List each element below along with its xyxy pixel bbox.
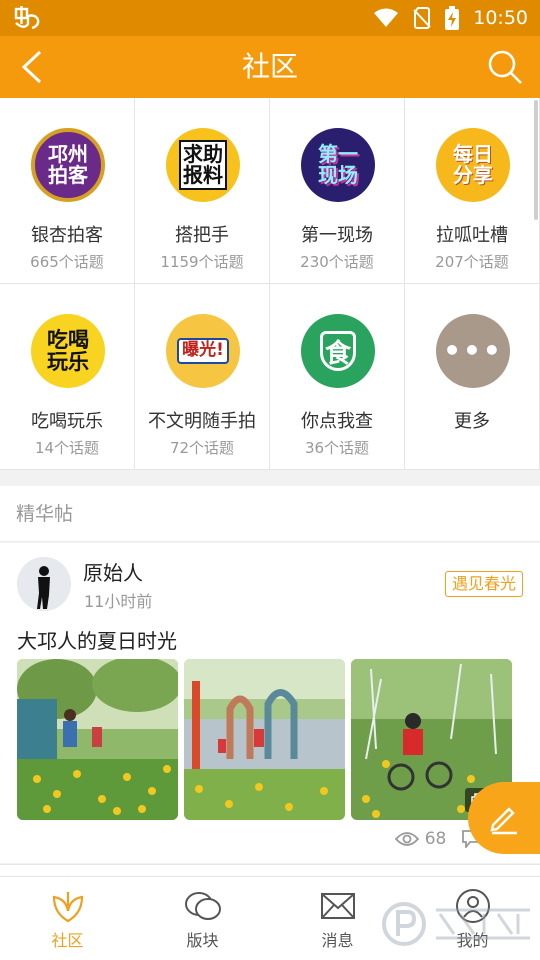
category-icon: 吃喝玩乐 [31, 314, 105, 388]
eye-icon [394, 832, 419, 846]
more-icon: ••• [436, 314, 510, 388]
tab-sections[interactable]: 版块 [135, 877, 270, 960]
category-count: 1159个话题 [160, 253, 244, 271]
wifi-icon [374, 8, 399, 27]
section-title: 精华帖 [16, 503, 74, 525]
tab-community[interactable]: 社区 [0, 877, 135, 960]
bubbles-icon [184, 892, 221, 920]
watermark-logo-icon [382, 902, 530, 946]
category-count: 72个话题 [169, 439, 235, 457]
post-photo[interactable] [17, 659, 178, 820]
section-header: 精华帖 [0, 486, 540, 542]
tab-label: 社区 [51, 931, 84, 950]
views-count: 68 [424, 829, 447, 849]
category-item[interactable]: 邛州拍客 银杏拍客 665个话题 [0, 98, 135, 284]
post-time: 11小时前 [84, 592, 153, 611]
category-icon: 曝光! [166, 314, 240, 388]
category-name: 不文明随手拍 [148, 411, 256, 432]
category-name: 吃喝玩乐 [31, 411, 103, 432]
category-item[interactable]: 第一现场 第一现场 230个话题 [270, 98, 405, 284]
category-item[interactable]: 曝光! 不文明随手拍 72个话题 [135, 284, 270, 470]
leaf-icon [52, 892, 83, 923]
compose-button[interactable] [468, 782, 540, 854]
app-logo-icon [14, 6, 40, 30]
category-count: 230个话题 [300, 253, 374, 271]
category-icon: 求助报料 [166, 128, 240, 202]
category-name: 银杏拍客 [31, 225, 103, 246]
status-bar: 10:50 [0, 0, 540, 36]
category-icon: 每日分享 [436, 128, 510, 202]
category-item[interactable]: 吃喝玩乐 吃喝玩乐 14个话题 [0, 284, 135, 470]
avatar[interactable] [17, 557, 71, 611]
post-card[interactable]: 原始人 11小时前 遇见春光 大邛人的夏日时光 68 [0, 543, 540, 863]
status-time: 10:50 [473, 7, 528, 29]
category-count: 665个话题 [30, 253, 104, 271]
no-sim-icon [413, 7, 431, 29]
category-name: 第一现场 [301, 225, 373, 246]
category-name: 更多 [454, 411, 490, 432]
category-grid: 邛州拍客 银杏拍客 665个话题 求助报料 搭把手 1159个话题 第一现场 第… [0, 98, 540, 470]
playground-photo-image [184, 659, 345, 820]
tab-label: 版块 [186, 931, 219, 950]
scrollbar[interactable] [534, 100, 538, 220]
category-count: 207个话题 [435, 253, 509, 271]
page-title: 社区 [241, 50, 298, 83]
category-name: 搭把手 [175, 225, 229, 246]
envelope-icon [320, 893, 355, 919]
search-icon[interactable] [486, 48, 524, 86]
category-name: 你点我查 [301, 411, 373, 432]
category-icon: 食 [301, 314, 375, 388]
category-item-more[interactable]: ••• 更多 [405, 284, 540, 470]
post-tag[interactable]: 遇见春光 [444, 571, 523, 597]
battery-charging-icon [445, 6, 460, 30]
post-photo[interactable] [184, 659, 345, 820]
post-title[interactable]: 大邛人的夏日时光 [17, 625, 177, 654]
category-count: 14个话题 [34, 439, 100, 457]
category-item[interactable]: 求助报料 搭把手 1159个话题 [135, 98, 270, 284]
post-author[interactable]: 原始人 [83, 557, 143, 586]
pencil-icon [490, 807, 517, 835]
views-stat: 68 [394, 829, 447, 849]
category-item[interactable]: 食 你点我查 36个话题 [270, 284, 405, 470]
category-count: 36个话题 [304, 439, 370, 457]
category-item[interactable]: 每日分享 拉呱吐槽 207个话题 [405, 98, 540, 284]
category-icon: 邛州拍客 [31, 128, 105, 202]
park-photo-image [17, 659, 178, 820]
nav-bar: 社区 [0, 36, 540, 98]
category-name: 拉呱吐槽 [436, 225, 508, 246]
category-icon: 第一现场 [301, 128, 375, 202]
person-silhouette-icon [17, 557, 71, 611]
